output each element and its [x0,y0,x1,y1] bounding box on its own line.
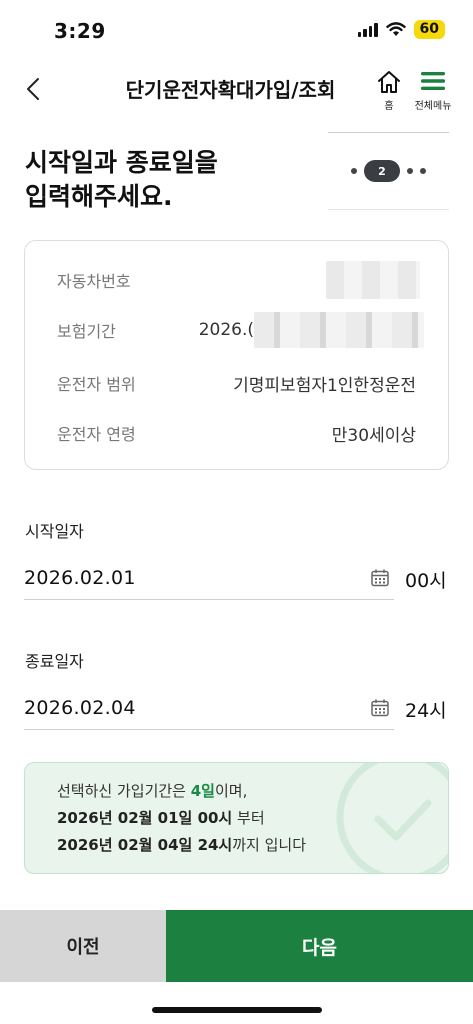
end-hour-select[interactable]: 24시 [405,696,447,723]
step-current-badge: 2 [364,160,400,182]
all-menu-button[interactable]: 전체메뉴 [407,70,459,114]
start-date-value: 2026.02.01 [24,566,136,589]
prev-button[interactable]: 이전 [0,910,166,982]
end-date-field[interactable]: 2026.02.04 [24,686,394,730]
start-date-field[interactable]: 2026.02.01 [24,556,394,600]
contract-info-card: 자동차번호 보험기간 2026.( 운전자 범위 기명피보험자1인한정운전 운전… [24,240,449,470]
vehicle-number-redacted [326,261,420,299]
period-label: 보험기간 [57,322,116,341]
home-indicator [152,1007,322,1013]
driver-age-label: 운전자 연령 [57,425,136,444]
battery-icon: 60 [413,20,445,39]
summary-suffix-3: 까지 입니다 [232,836,307,854]
start-date-label: 시작일자 [25,522,84,541]
driver-age-value: 만30세이상 [331,425,416,446]
vehicle-number-label: 자동차번호 [57,272,131,291]
step-dot [420,168,426,174]
info-row-vehicle: 자동차번호 [57,261,420,299]
home-icon [378,71,400,93]
summary-start-datetime: 2026년 02월 01일 00시 [57,809,233,827]
end-date-value: 2026.02.04 [24,696,136,719]
check-circle-icon [336,763,448,873]
summary-line-2: 2026년 02월 01일 00시 부터 [57,805,306,832]
summary-suffix-1: 이며, [215,782,248,800]
period-value-wrap: 2026.( [199,312,424,348]
summary-prefix: 선택하신 가입기간은 [57,782,191,800]
status-icons: 60 [357,20,445,39]
info-row-scope: 운전자 범위 기명피보험자1인한정운전 [57,368,416,398]
menu-label: 전체메뉴 [414,101,452,112]
status-bar: 3:29 60 [0,0,473,60]
wifi-icon [385,22,406,36]
start-hour-select[interactable]: 00시 [405,566,447,593]
period-redacted [254,312,424,348]
step-indicator: 2 [328,132,449,210]
status-time: 3:29 [54,19,106,43]
calendar-icon[interactable] [369,567,391,589]
home-button[interactable]: 홈 [372,70,406,114]
header: 단기운전자확대가입/조회 홈 전체메뉴 [0,60,473,118]
heading-line-1: 시작일과 종료일을 [25,148,218,177]
summary-line-1: 선택하신 가입기간은 4일이며, [57,778,306,805]
next-button[interactable]: 다음 [166,910,473,982]
summary-line-3: 2026년 02월 04일 24시까지 입니다 [57,832,306,859]
signal-icon [357,22,378,37]
period-value: 2026.( [198,320,254,340]
driver-scope-value: 기명피보험자1인한정운전 [233,375,416,396]
summary-text: 선택하신 가입기간은 4일이며, 2026년 02월 01일 00시 부터 20… [57,778,306,859]
page-heading: 시작일과 종료일을 입력해주세요. [25,146,218,214]
step-dot [351,168,357,174]
step-dot [407,168,413,174]
menu-icon [421,72,445,90]
summary-suffix-2: 부터 [232,809,265,827]
info-row-age: 운전자 연령 만30세이상 [57,418,416,448]
summary-days: 4일 [190,782,215,800]
calendar-icon[interactable] [369,697,391,719]
period-summary-box: 선택하신 가입기간은 4일이며, 2026년 02월 01일 00시 부터 20… [24,762,449,874]
home-label: 홈 [384,101,394,112]
heading-line-2: 입력해주세요. [25,182,173,211]
driver-scope-label: 운전자 범위 [57,375,136,394]
end-date-label: 종료일자 [25,652,84,671]
info-row-period: 보험기간 2026.( [57,312,424,348]
summary-end-datetime: 2026년 02월 04일 24시 [57,836,233,854]
